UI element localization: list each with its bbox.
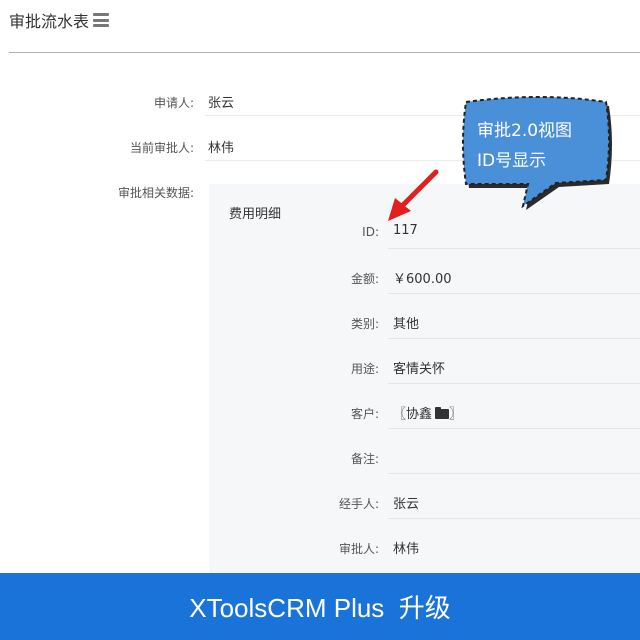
expense-amount-value: ￥600.00 bbox=[393, 272, 452, 287]
callout-line-2: ID号显示 bbox=[477, 151, 547, 171]
row-divider bbox=[388, 293, 640, 294]
expense-id-label: ID: bbox=[362, 225, 379, 239]
field-divider bbox=[205, 160, 640, 161]
expense-category-value: 其他 bbox=[393, 317, 420, 332]
customer-bracket-close: 〗 bbox=[449, 407, 463, 422]
expense-customer-label: 客户: bbox=[350, 407, 379, 421]
expense-purpose-value: 客情关怀 bbox=[393, 362, 446, 377]
page-title: 审批流水表 bbox=[9, 12, 90, 31]
customer-link-text[interactable]: 〖协鑫 bbox=[393, 407, 432, 422]
current-approver-label: 当前审批人: bbox=[129, 141, 194, 155]
row-divider bbox=[388, 518, 640, 519]
row-divider bbox=[388, 473, 640, 474]
row-divider bbox=[388, 338, 640, 339]
expense-amount-label: 金额: bbox=[350, 272, 379, 286]
row-divider bbox=[388, 383, 640, 384]
folder-open-icon[interactable] bbox=[435, 407, 450, 419]
applicant-label: 申请人: bbox=[153, 96, 194, 110]
expense-handler-value: 张云 bbox=[393, 497, 420, 512]
expense-approver-value: 林伟 bbox=[393, 542, 420, 557]
expense-remark-label: 备注: bbox=[350, 452, 379, 466]
banner-text: XToolsCRM Plus 升级 bbox=[189, 593, 451, 623]
expense-approver-label: 审批人: bbox=[338, 542, 379, 556]
expense-purpose-label: 用途: bbox=[350, 362, 379, 376]
expense-detail-panel bbox=[209, 184, 640, 584]
related-data-label: 审批相关数据: bbox=[117, 186, 194, 200]
current-approver-value: 林伟 bbox=[208, 141, 235, 156]
callout-line-1: 审批2.0视图 bbox=[477, 121, 573, 141]
expense-id-value: 117 bbox=[393, 223, 418, 238]
menu-icon[interactable] bbox=[93, 13, 110, 27]
expense-handler-label: 经手人: bbox=[338, 497, 379, 511]
expense-category-label: 类别: bbox=[350, 317, 379, 331]
header-divider bbox=[9, 52, 640, 53]
expense-customer-value[interactable]: 〖协鑫 〗 bbox=[393, 403, 462, 422]
page-header: 审批流水表 bbox=[9, 8, 110, 32]
applicant-value: 张云 bbox=[208, 96, 235, 111]
field-divider bbox=[205, 115, 640, 116]
row-divider bbox=[388, 428, 640, 429]
expense-detail-title: 费用明细 bbox=[229, 207, 282, 222]
row-divider bbox=[388, 248, 640, 249]
promo-banner: XToolsCRM Plus 升级 bbox=[0, 573, 640, 640]
